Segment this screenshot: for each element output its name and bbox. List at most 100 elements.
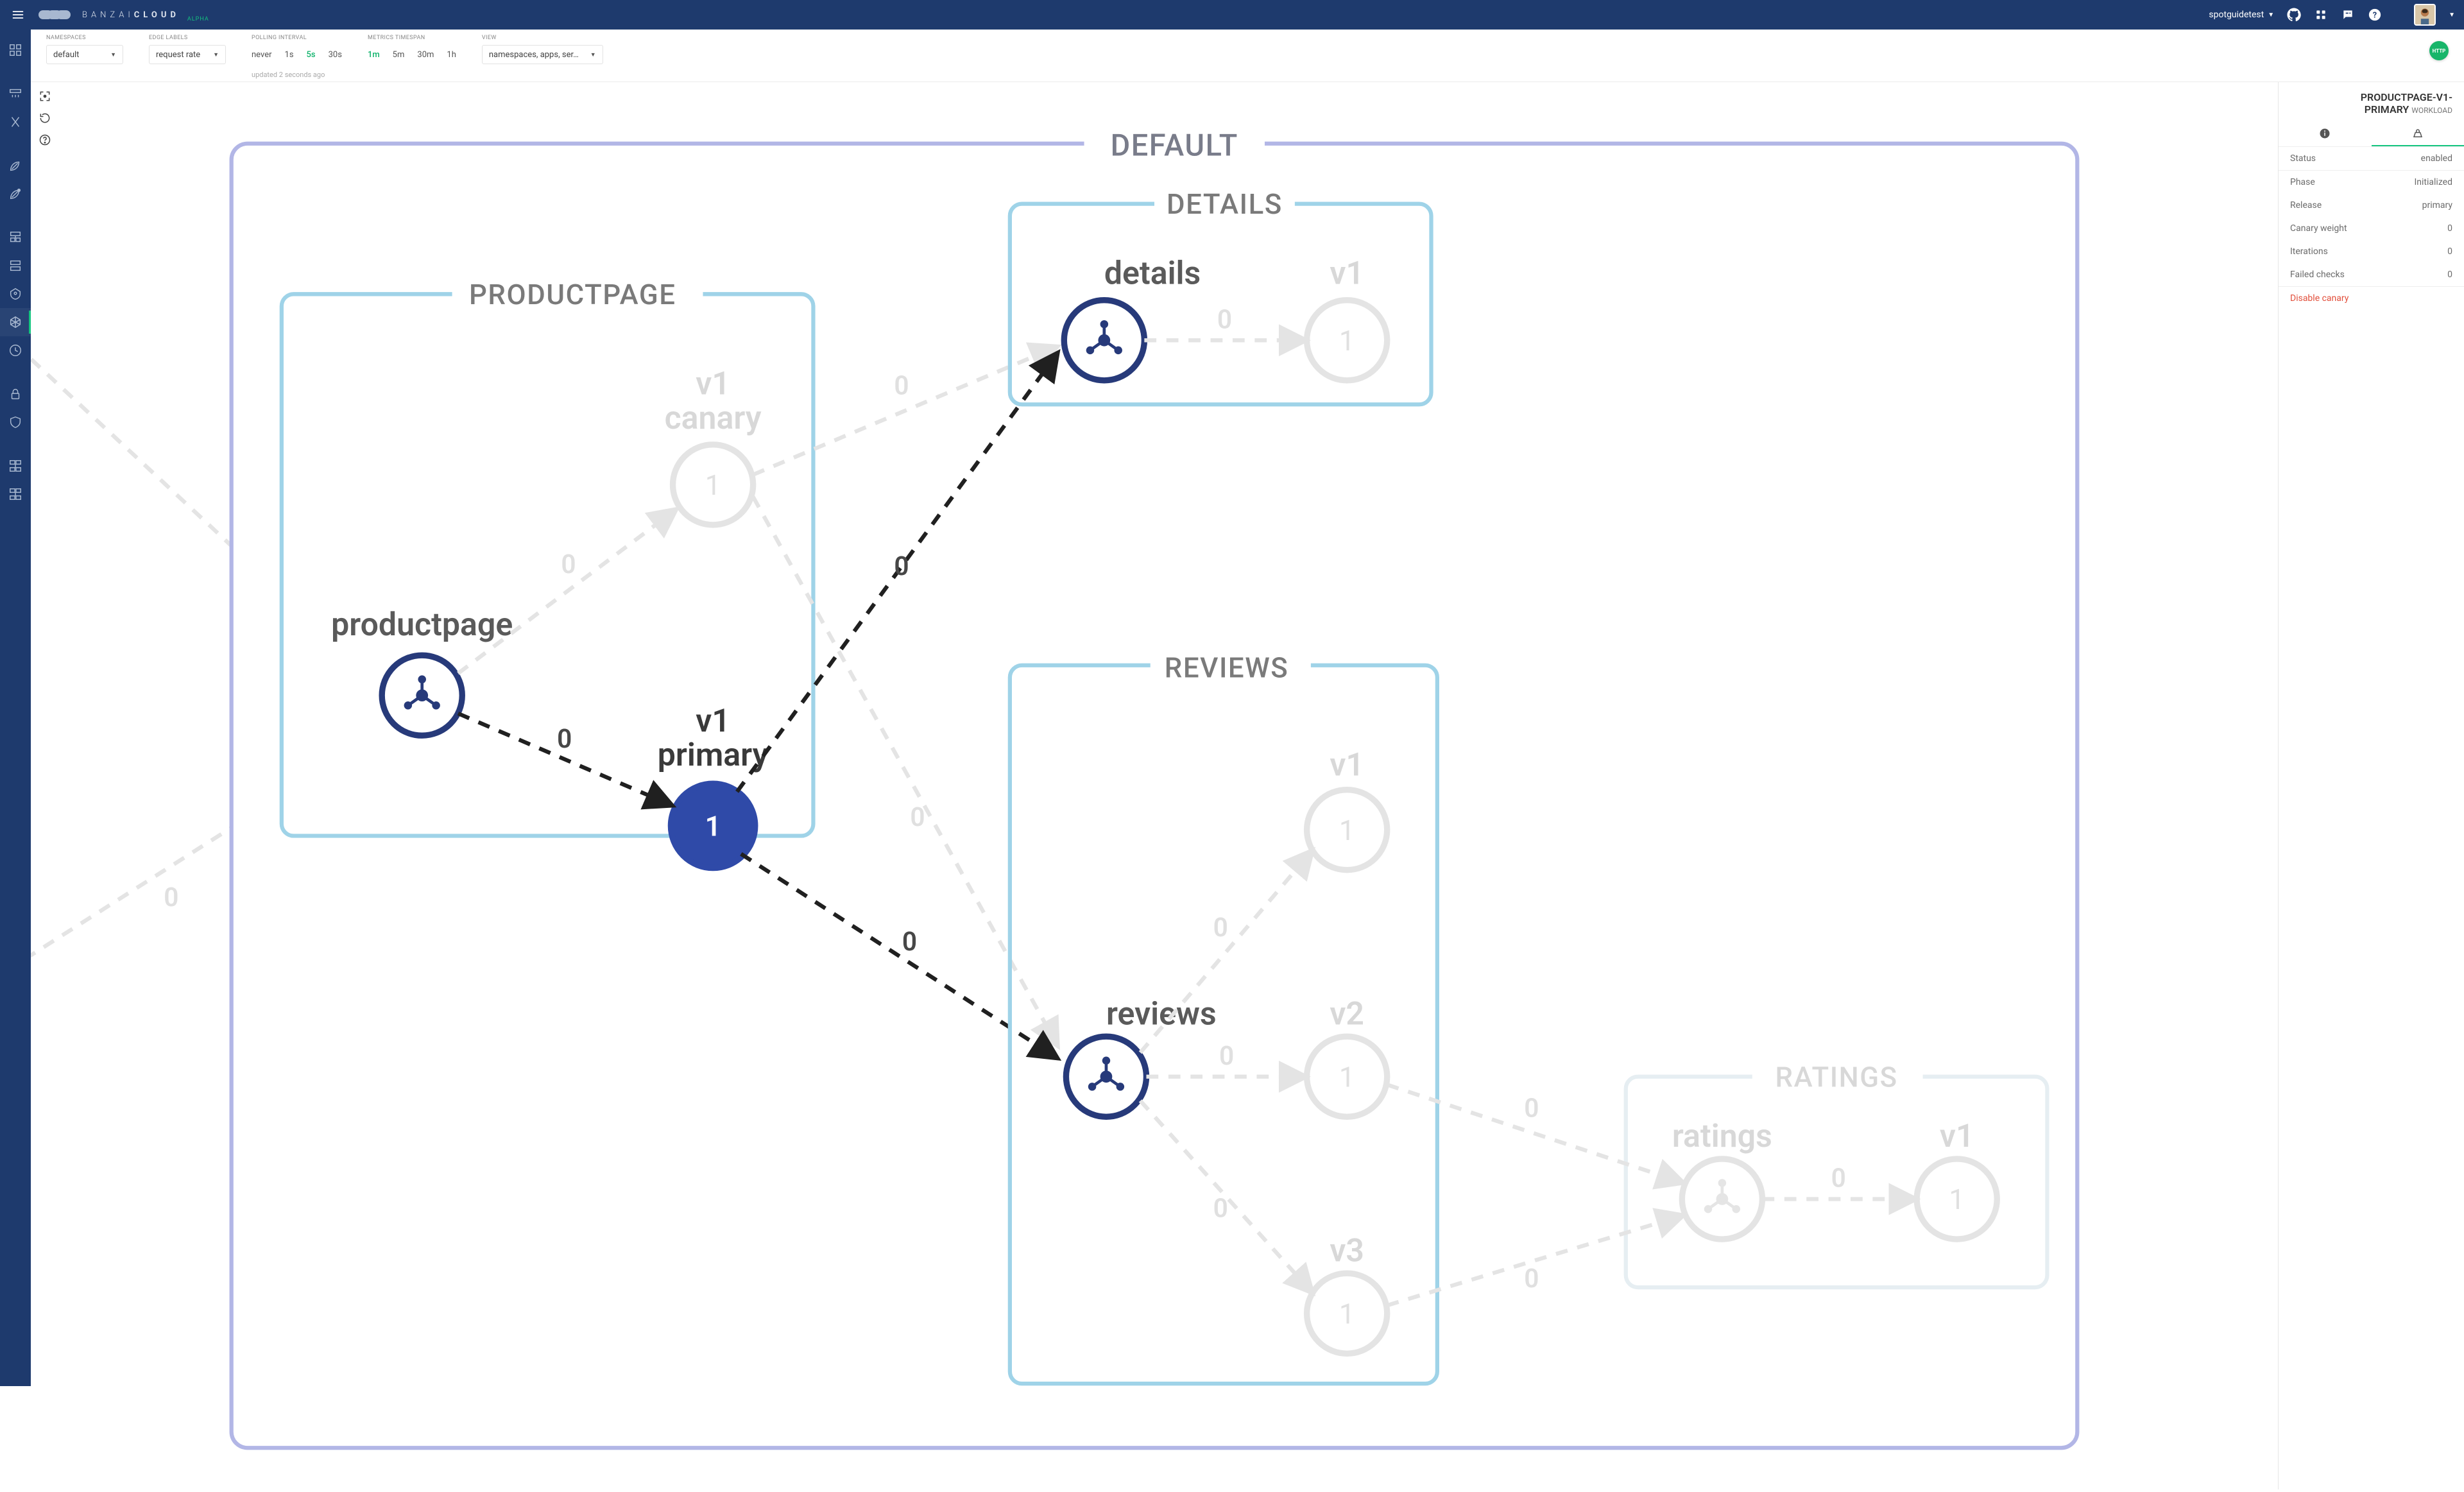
ts-1m[interactable]: 1m	[368, 50, 380, 60]
panel-title: PRODUCTPAGE-V1-PRIMARYWORKLOAD	[2279, 82, 2464, 122]
filter-bar: NAMESPACES default ▼ EDGE LABELS request…	[31, 30, 2464, 82]
app-bar: BANZAICLOUD ALPHA spotguidetest ▼ ? ▼	[0, 0, 2464, 30]
poll-1s[interactable]: 1s	[285, 50, 294, 60]
user-avatar[interactable]	[2414, 4, 2436, 26]
rail-item-ingress[interactable]	[0, 80, 31, 108]
svg-text:0: 0	[1213, 1193, 1228, 1224]
namespaces-dropdown[interactable]: default ▼	[46, 45, 123, 64]
view-dropdown[interactable]: namespaces, apps, ser… ▼	[482, 45, 603, 64]
svg-text:0: 0	[1831, 1163, 1846, 1194]
ts-1h[interactable]: 1h	[447, 50, 456, 60]
poll-never[interactable]: never	[252, 50, 272, 60]
rail-item-history[interactable]	[0, 336, 31, 364]
rail-item-traffic[interactable]	[0, 108, 31, 136]
svg-text:0: 0	[1524, 1092, 1539, 1123]
filter-label: NAMESPACES	[46, 35, 123, 41]
content: NAMESPACES default ▼ EDGE LABELS request…	[31, 30, 2464, 1386]
filter-label: VIEW	[482, 35, 603, 41]
fit-icon[interactable]	[37, 89, 53, 104]
rail-item-iam[interactable]	[0, 280, 31, 308]
graph-canvas[interactable]: 0 DEFAULT PRODUCTPAGE productpage v1 ca	[31, 82, 2278, 1489]
help-icon[interactable]: ?	[2368, 8, 2382, 22]
ts-5m[interactable]: 5m	[393, 50, 405, 60]
chevron-down-icon: ▼	[590, 51, 596, 58]
svg-text:REVIEWS: REVIEWS	[1165, 651, 1289, 685]
http-badge[interactable]: HTTP	[2429, 41, 2449, 60]
svg-text:1: 1	[1949, 1183, 1965, 1216]
filter-label: EDGE LABELS	[149, 35, 226, 41]
svg-text:0: 0	[1213, 912, 1228, 943]
namespace-title: DEFAULT	[1111, 128, 1238, 164]
svg-text:0: 0	[894, 551, 909, 581]
org-selector[interactable]: spotguidetest ▼	[2209, 10, 2274, 20]
svg-text:0: 0	[557, 723, 572, 754]
service-graph[interactable]: 0 DEFAULT PRODUCTPAGE productpage v1 ca	[31, 82, 2278, 1489]
reset-icon[interactable]	[37, 110, 53, 126]
detail-row: Canary weight0	[2279, 217, 2464, 240]
svg-text:v1: v1	[696, 703, 730, 740]
brand-text: BANZAICLOUD	[82, 10, 180, 20]
rail-item-dashboard[interactable]	[0, 36, 31, 64]
svg-text:details: details	[1104, 255, 1201, 293]
help-icon[interactable]	[37, 132, 53, 148]
polling-options: never 1s 5s 30s	[252, 45, 342, 64]
filter-polling: POLLING INTERVAL never 1s 5s 30s updated…	[252, 35, 342, 79]
side-rail	[0, 30, 31, 1386]
svg-text:0: 0	[1524, 1263, 1539, 1294]
status-row: Statusenabled	[2279, 146, 2464, 170]
rail-item-nodes[interactable]	[0, 223, 31, 252]
poll-30s[interactable]: 30s	[329, 50, 342, 60]
svg-text:ratings: ratings	[1672, 1118, 1772, 1155]
menu-icon[interactable]	[9, 6, 27, 24]
svg-text:v3: v3	[1330, 1232, 1364, 1269]
svg-text:1: 1	[705, 810, 721, 843]
tab-info[interactable]	[2279, 122, 2372, 146]
svg-text:1: 1	[1339, 1297, 1355, 1330]
canvas-tools	[37, 89, 53, 148]
dropdown-value: request rate	[156, 50, 200, 60]
filter-timespan: METRICS TIMESPAN 1m 5m 30m 1h	[368, 35, 456, 64]
rail-item-cluster2[interactable]	[0, 480, 31, 508]
edgelabels-dropdown[interactable]: request rate ▼	[149, 45, 226, 64]
slack-icon[interactable]	[2314, 8, 2328, 22]
filter-label: POLLING INTERVAL	[252, 35, 342, 41]
svg-text:1: 1	[1339, 814, 1355, 847]
svg-text:RATINGS: RATINGS	[1775, 1060, 1897, 1093]
svg-text:?: ?	[2373, 11, 2377, 21]
svg-text:v1: v1	[1940, 1118, 1974, 1155]
rail-item-shield[interactable]	[0, 408, 31, 436]
svg-text:0: 0	[910, 802, 925, 832]
rail-item-servers[interactable]	[0, 252, 31, 280]
filter-namespaces: NAMESPACES default ▼	[46, 35, 123, 64]
svg-text:1: 1	[1339, 1060, 1355, 1093]
main-split: 0 DEFAULT PRODUCTPAGE productpage v1 ca	[31, 82, 2464, 1489]
timespan-options: 1m 5m 30m 1h	[368, 45, 456, 64]
svg-text:v2: v2	[1330, 995, 1364, 1033]
filter-view: VIEW namespaces, apps, ser… ▼	[482, 35, 603, 64]
svg-text:0: 0	[902, 926, 917, 957]
tab-workload[interactable]	[2372, 122, 2464, 146]
github-icon[interactable]	[2287, 8, 2301, 22]
svg-text:v1: v1	[1330, 255, 1364, 293]
cloud-icon	[38, 10, 71, 19]
svg-text:v1: v1	[1330, 747, 1364, 784]
ts-30m[interactable]: 30m	[417, 50, 434, 60]
chevron-down-icon[interactable]: ▼	[2449, 12, 2455, 19]
rail-item-mesh[interactable]	[0, 308, 31, 336]
poll-5s[interactable]: 5s	[307, 50, 316, 60]
disable-canary-action[interactable]: Disable canary	[2279, 286, 2464, 310]
detail-panel: PRODUCTPAGE-V1-PRIMARYWORKLOAD Statusena…	[2278, 82, 2464, 1489]
rail-item-cluster1[interactable]	[0, 452, 31, 480]
rail-item-leaf1[interactable]	[0, 151, 31, 180]
rail-item-lock[interactable]	[0, 380, 31, 408]
detail-row: Iterations0	[2279, 240, 2464, 263]
svg-text:productpage: productpage	[331, 606, 513, 644]
rail-item-leaf2[interactable]	[0, 180, 31, 208]
svg-text:0: 0	[1219, 1040, 1234, 1071]
chevron-down-icon: ▼	[110, 51, 116, 58]
feedback-icon[interactable]	[2341, 8, 2355, 22]
svg-text:1: 1	[705, 468, 721, 502]
alpha-badge: ALPHA	[187, 16, 209, 22]
detail-row: Releaseprimary	[2279, 194, 2464, 217]
chevron-down-icon: ▼	[2268, 12, 2274, 19]
